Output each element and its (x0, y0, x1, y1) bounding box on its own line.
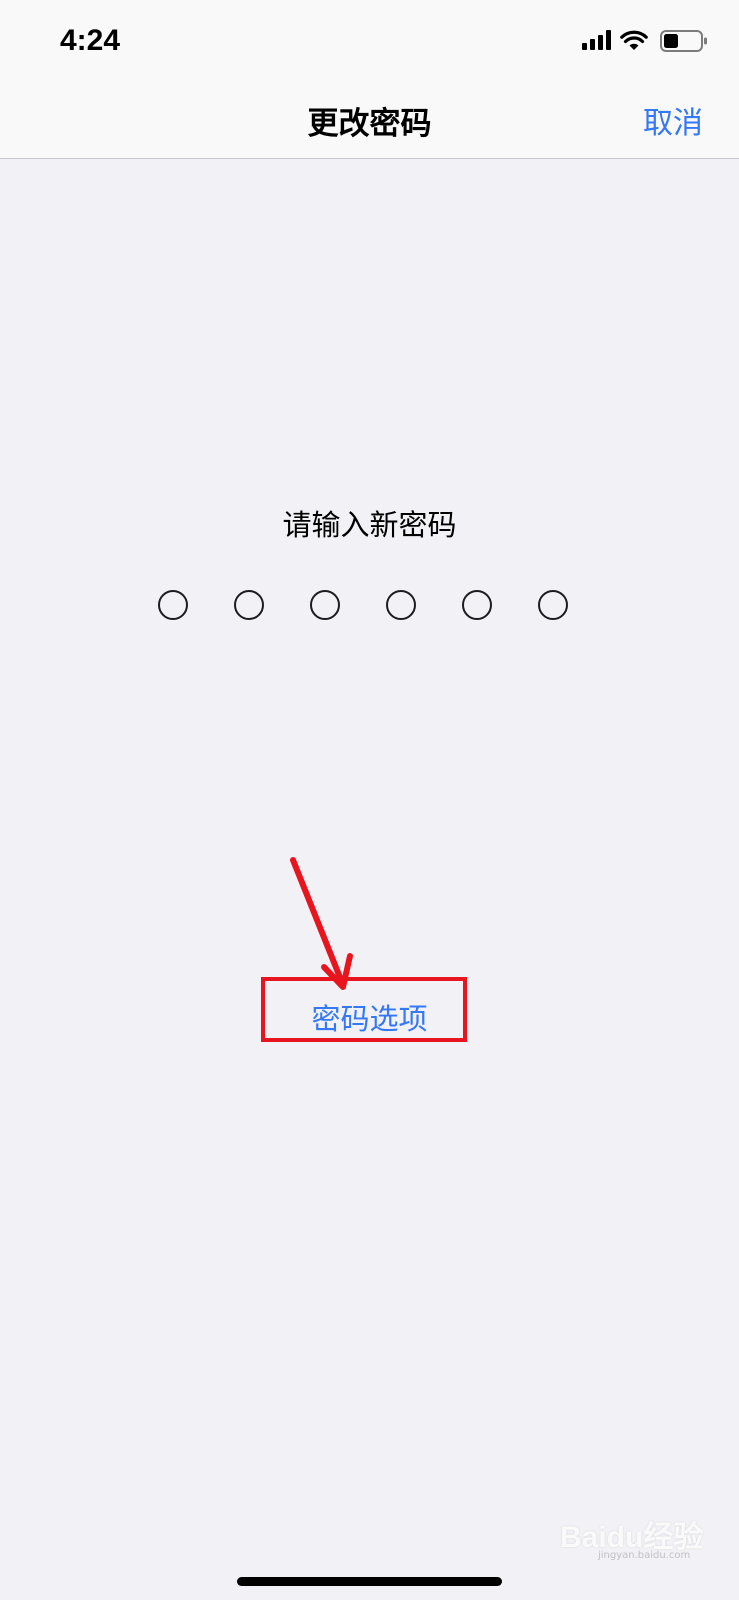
page-title: 更改密码 (307, 106, 432, 142)
status-bar: 4:24 (0, 0, 739, 88)
passcode-options-button[interactable]: 密码选项 (0, 996, 739, 1038)
passcode-prompt: 请输入新密码 (282, 508, 457, 542)
passcode-dot (538, 590, 568, 620)
status-time: 4:24 (60, 24, 121, 57)
passcode-dot (386, 590, 416, 620)
home-indicator[interactable] (237, 1577, 502, 1586)
nav-bar: 更改密码 取消 (0, 88, 739, 159)
signal-icon (582, 30, 614, 54)
cancel-button[interactable]: 取消 (643, 98, 703, 142)
battery-icon (660, 30, 708, 56)
baidu-watermark-url: jingyan.baidu.com (598, 1550, 691, 1561)
wifi-icon (620, 29, 648, 55)
passcode-dots (158, 590, 588, 626)
passcode-dot (158, 590, 188, 620)
passcode-dot (310, 590, 340, 620)
passcode-dot (234, 590, 264, 620)
passcode-dot (462, 590, 492, 620)
